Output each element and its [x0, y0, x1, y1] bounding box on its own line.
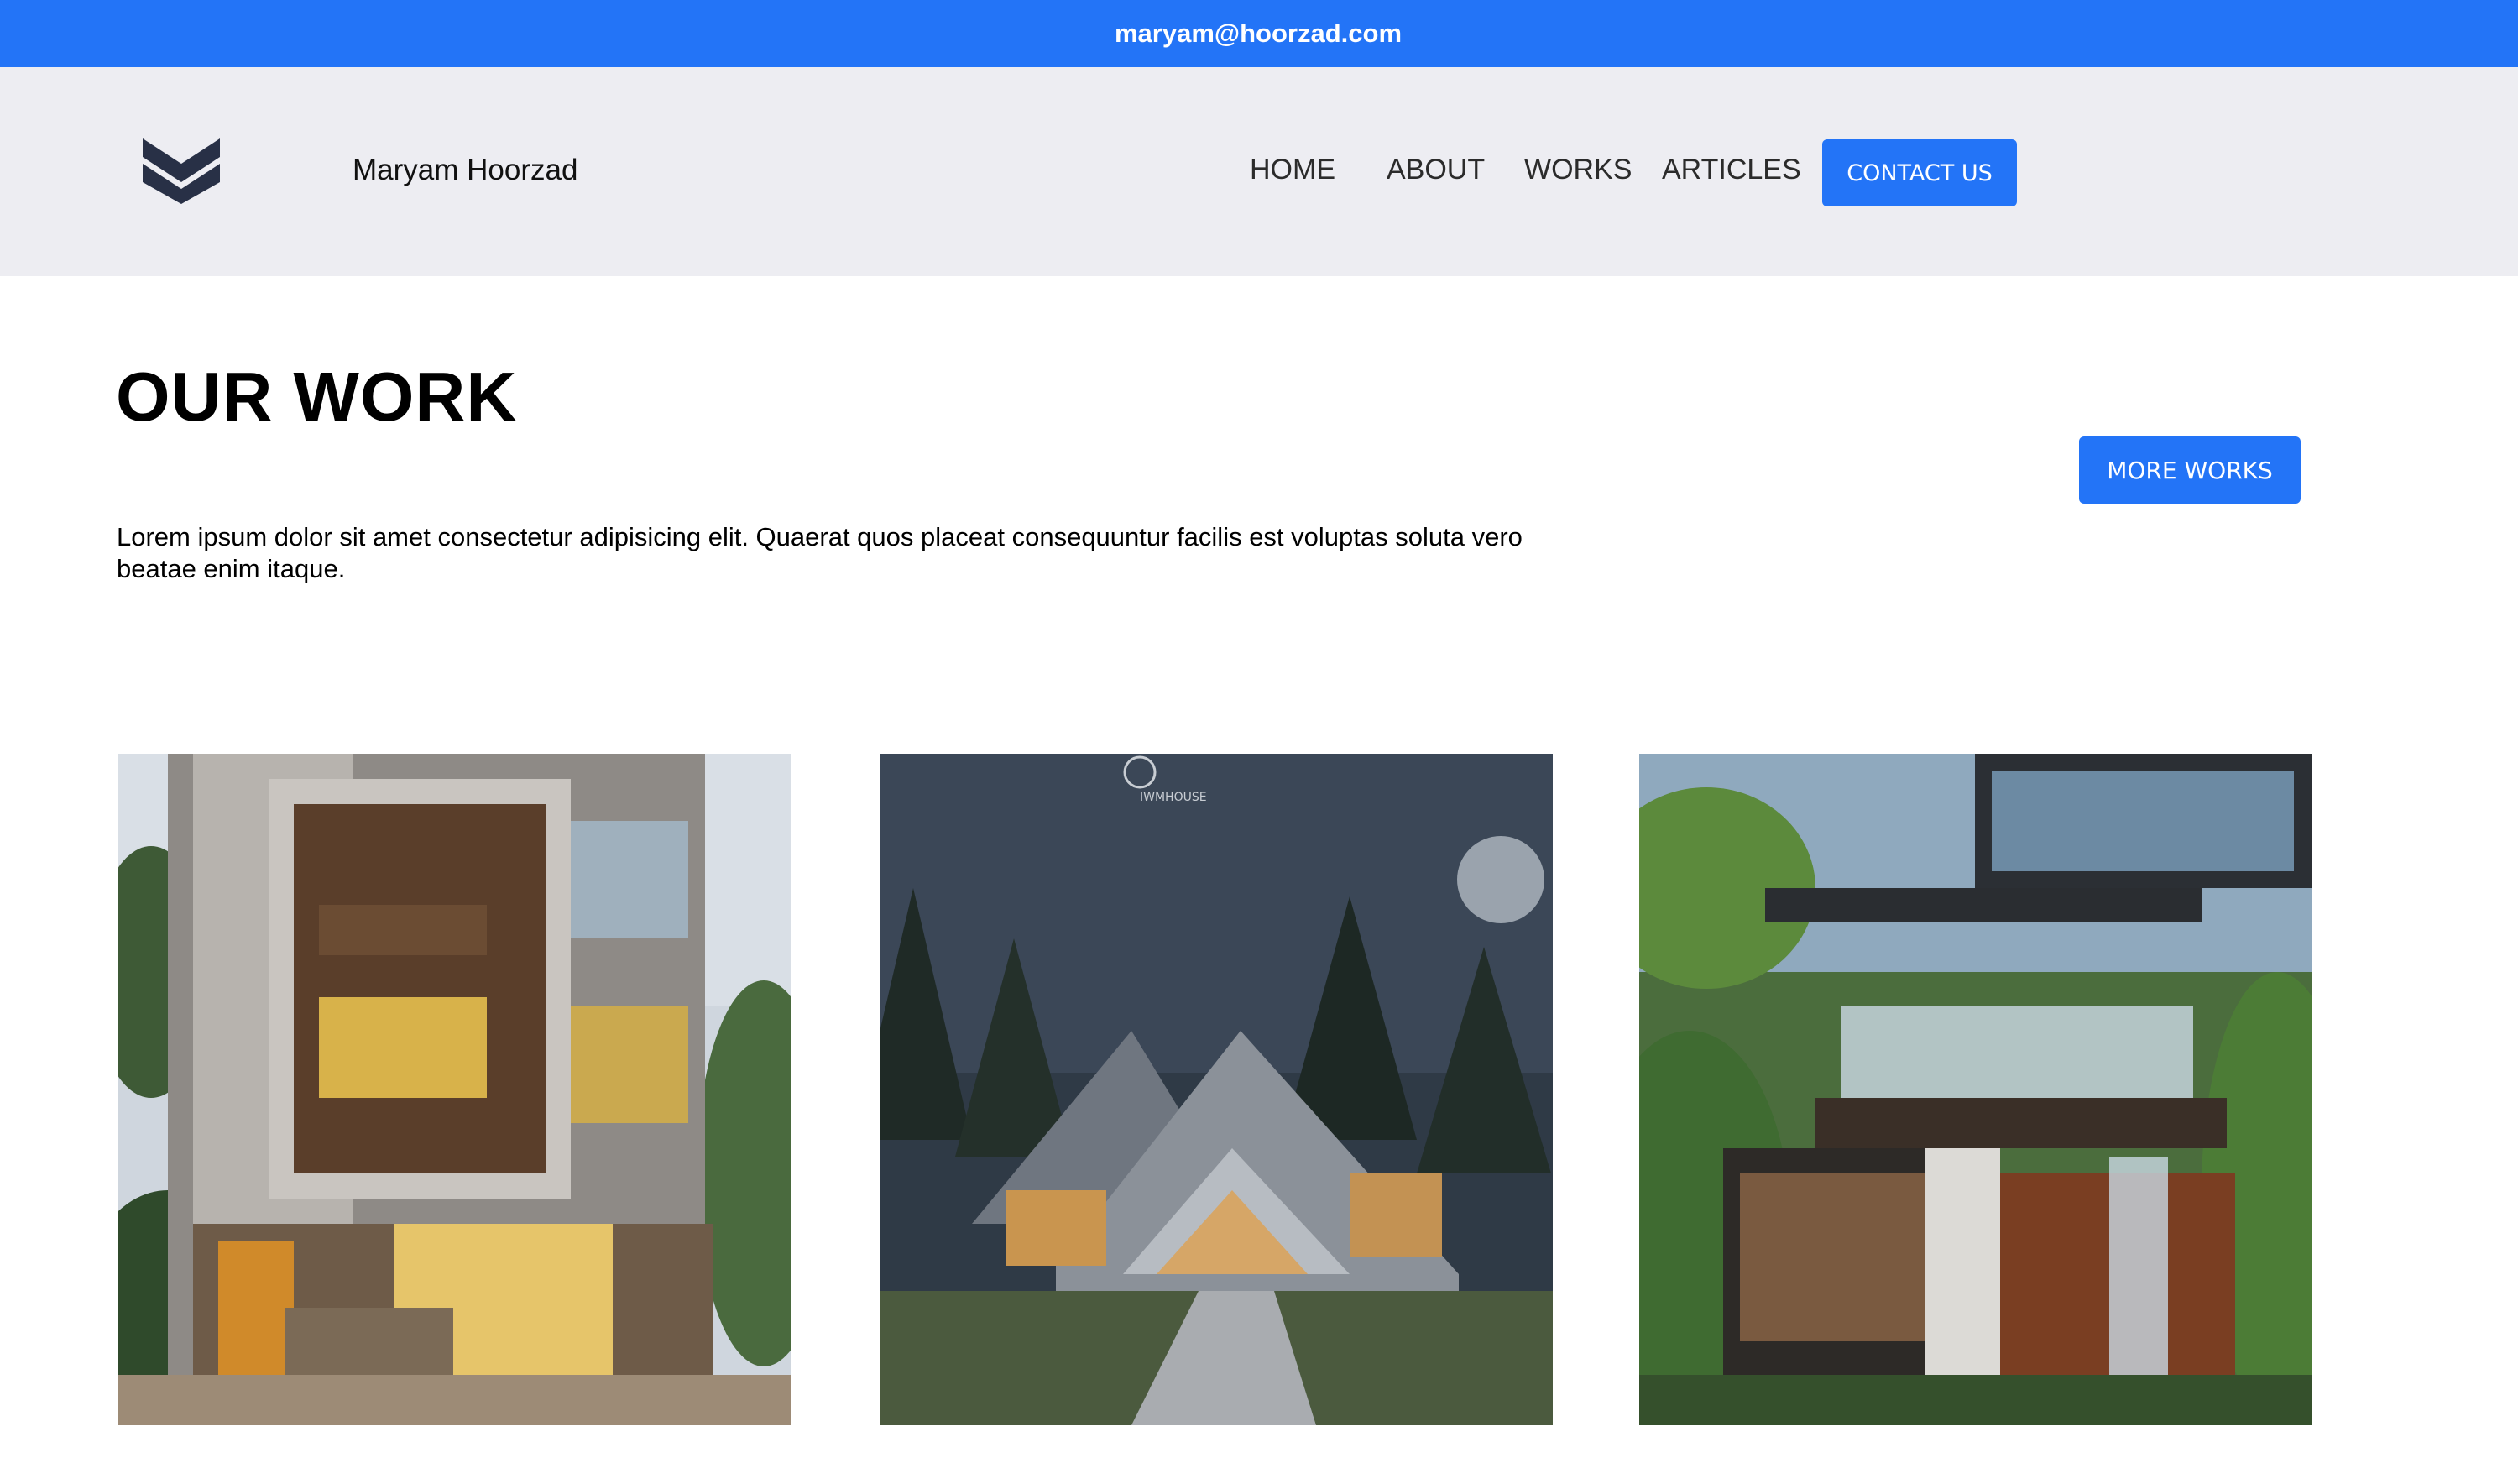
- modern-wood-facade-house-photo: [118, 754, 791, 1425]
- brand-name[interactable]: Maryam Hoorzad: [353, 154, 577, 187]
- section-title: OUR WORK: [116, 358, 518, 436]
- nav-about[interactable]: ABOUT: [1387, 154, 1485, 186]
- angular-forest-house-night-photo: IWMHOUSE: [880, 754, 1553, 1425]
- site-header: Maryam Hoorzad HOME ABOUT WORKS ARTICLES…: [0, 67, 2518, 276]
- tropical-glass-house-waterfall-photo: [1639, 754, 2312, 1425]
- photo-watermark: IWMHOUSE: [1140, 791, 1207, 804]
- contact-us-button[interactable]: CONTACT US: [1822, 139, 2017, 206]
- m-chevron-logo-icon[interactable]: [143, 138, 220, 204]
- more-works-button[interactable]: MORE WORKS: [2079, 436, 2301, 504]
- top-contact-bar: maryam@hoorzad.com: [0, 0, 2518, 67]
- project-card-1[interactable]: [118, 754, 791, 1425]
- nav-home[interactable]: HOME: [1250, 154, 1335, 186]
- email-link[interactable]: maryam@hoorzad.com: [1115, 18, 1402, 49]
- project-card-3[interactable]: [1639, 754, 2312, 1425]
- nav-articles[interactable]: ARTICLES: [1662, 154, 1801, 186]
- section-intro: Lorem ipsum dolor sit amet consectetur a…: [117, 522, 1523, 583]
- nav-works[interactable]: WORKS: [1524, 154, 1632, 186]
- project-card-2[interactable]: IWMHOUSE: [880, 754, 1553, 1425]
